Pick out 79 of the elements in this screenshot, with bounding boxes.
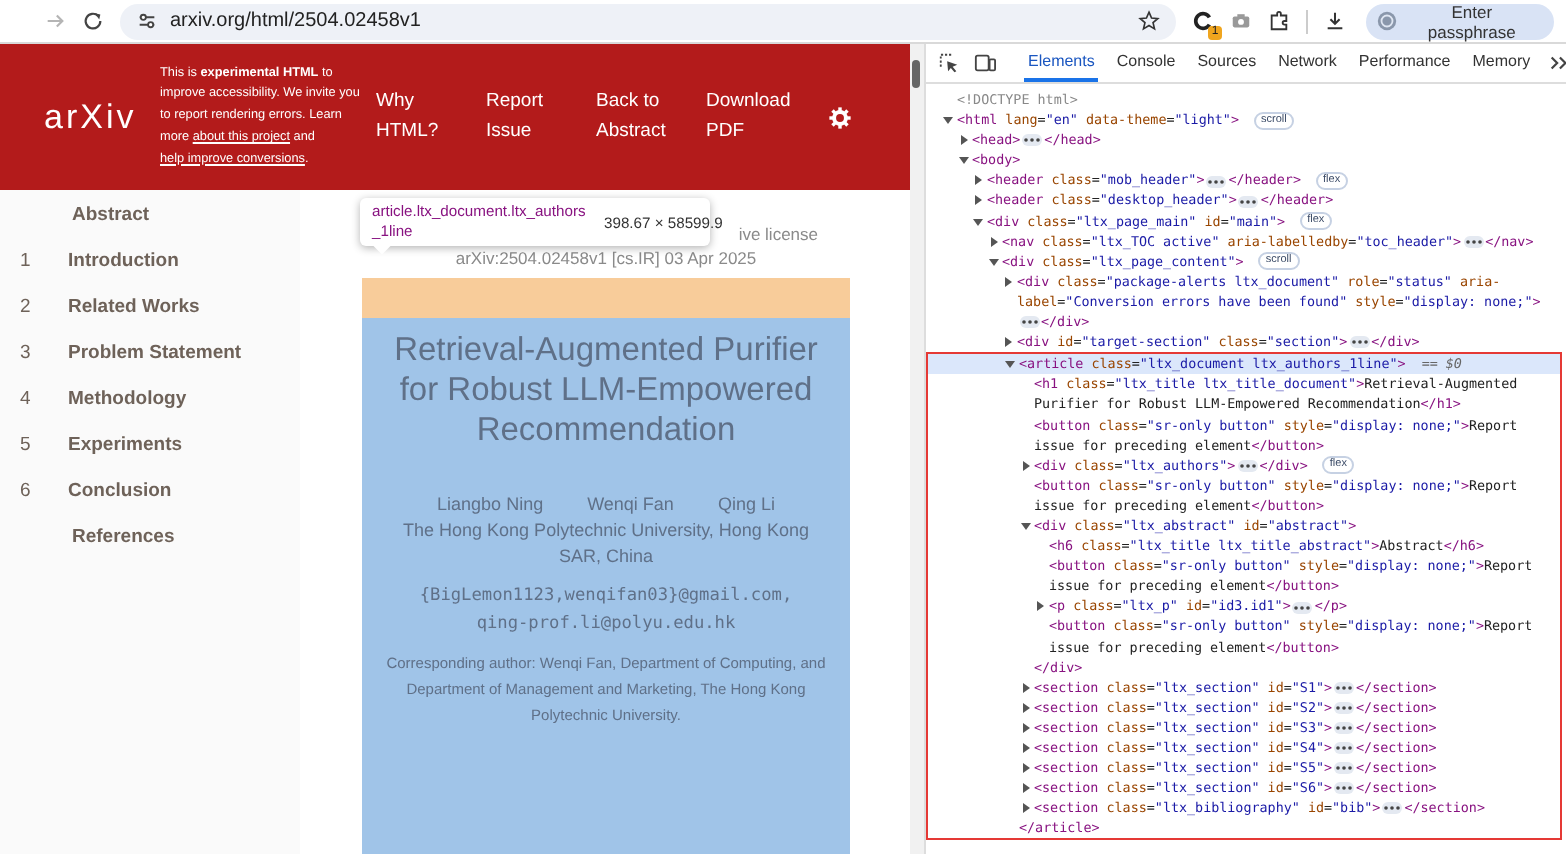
passphrase-button[interactable]: Enter passphrase — [1365, 3, 1554, 39]
ellipsis-button[interactable] — [1292, 601, 1313, 614]
theme-settings-icon[interactable] — [828, 105, 852, 129]
collapsed-arrow-icon[interactable] — [1019, 701, 1031, 714]
ellipsis-button[interactable] — [1238, 195, 1259, 208]
email-text: qing-prof.li@polyu.edu.hk — [474, 612, 738, 638]
collapsed-arrow-icon[interactable] — [987, 235, 999, 248]
ellipsis-button[interactable] — [1334, 742, 1355, 755]
inspect-icon[interactable] — [938, 52, 960, 74]
ellipsis-button[interactable] — [1334, 782, 1355, 795]
ellipsis-button[interactable] — [1019, 316, 1039, 329]
devtools-tab[interactable]: Network — [1274, 44, 1341, 82]
ellipsis-button[interactable] — [1237, 459, 1258, 472]
extension-icon — [1191, 10, 1214, 32]
collapsed-arrow-icon[interactable] — [1019, 459, 1031, 472]
license-text: ive license — [738, 222, 818, 246]
camera-icon[interactable] — [1229, 10, 1252, 32]
ellipsis-button[interactable] — [1349, 336, 1370, 349]
arxiv-id-text: arXiv:2504.02458v1 [cs.IR] 03 Apr 2025 — [453, 246, 759, 270]
affiliation-text: The Hong Kong Polytechnic University, Hong Kong SAR, China — [401, 518, 811, 570]
toc-item[interactable]: Abstract — [0, 192, 300, 238]
collapsed-arrow-icon[interactable] — [1002, 275, 1014, 288]
ellipsis-button[interactable] — [1334, 681, 1355, 694]
more-tabs-icon[interactable] — [1548, 52, 1566, 74]
devtools-tab[interactable]: Elements — [1024, 44, 1099, 82]
collapsed-arrow-icon[interactable] — [1019, 721, 1031, 734]
collapsed-arrow-icon[interactable] — [1019, 742, 1031, 754]
expanded-arrow-icon[interactable] — [972, 215, 984, 228]
nav-link[interactable]: Why HTML? — [376, 88, 470, 146]
collapsed-arrow-icon[interactable] — [1034, 600, 1046, 613]
email-text: {BigLemon1123,wenqifan03}@gmail.com, — [417, 584, 795, 610]
expanded-arrow-icon[interactable] — [1004, 358, 1016, 371]
collapsed-arrow-icon[interactable] — [1002, 336, 1014, 349]
ellipsis-button[interactable] — [1382, 802, 1403, 815]
puzzle-icon[interactable] — [1267, 10, 1290, 32]
toc-item[interactable]: 1 Introduction — [0, 238, 300, 284]
toc-item[interactable]: 2 Related Works — [0, 284, 300, 330]
arxiv-logo[interactable]: arXiv — [44, 97, 144, 137]
toc-item[interactable]: 5 Experiments — [0, 422, 300, 468]
expanded-arrow-icon[interactable] — [987, 255, 999, 268]
nav-link[interactable]: Report Issue — [486, 88, 580, 146]
toc-item[interactable]: 3 Problem Statement — [0, 330, 300, 376]
collapsed-arrow-icon[interactable] — [957, 134, 969, 147]
author-name: Wenqi Fan — [587, 494, 674, 514]
ellipsis-button[interactable] — [1334, 722, 1355, 735]
author-name: Liangbo Ning — [437, 494, 544, 514]
reload-icon[interactable] — [82, 10, 104, 32]
expanded-arrow-icon[interactable] — [957, 154, 969, 167]
ellipsis-button[interactable] — [1334, 762, 1355, 775]
paper-title: Retrieval-Augmented Purifier for Robust LLM-Empowered Recommendation — [392, 330, 820, 450]
collapsed-arrow-icon[interactable] — [1019, 681, 1031, 694]
author-name: Qing Li — [717, 494, 775, 514]
nav-link[interactable]: Download PDF — [706, 88, 800, 146]
collapsed-arrow-icon[interactable] — [972, 194, 984, 207]
devtools-tab[interactable]: Console — [1112, 44, 1180, 82]
ellipsis-button[interactable] — [1022, 134, 1043, 147]
devtools-tab[interactable]: Sources — [1193, 44, 1261, 82]
sync-icon — [1375, 10, 1398, 32]
expanded-arrow-icon[interactable] — [942, 114, 954, 127]
site-settings-icon[interactable] — [136, 10, 158, 32]
devtools-tab[interactable]: Memory — [1468, 44, 1535, 82]
scrollbar-thumb[interactable] — [912, 60, 920, 88]
toc-item[interactable]: 6 Conclusion — [0, 468, 300, 514]
download-icon[interactable] — [1323, 10, 1346, 32]
ellipsis-button[interactable] — [1206, 175, 1227, 188]
ellipsis-button[interactable] — [1334, 701, 1355, 714]
devtools-tab[interactable]: Performance — [1354, 44, 1455, 82]
ellipsis-button[interactable] — [1463, 235, 1484, 248]
nav-link[interactable]: Back to Abstract — [596, 88, 690, 146]
collapsed-arrow-icon[interactable] — [1019, 762, 1031, 775]
toc-item[interactable]: References — [0, 514, 300, 560]
collapsed-arrow-icon[interactable] — [1019, 782, 1031, 795]
star-icon[interactable] — [1137, 10, 1160, 32]
collapsed-arrow-icon[interactable] — [972, 174, 984, 187]
device-toolbar-icon[interactable] — [974, 52, 996, 74]
collapsed-arrow-icon[interactable] — [1019, 802, 1031, 815]
address-bar[interactable]: arxiv.org/html/2504.02458v1 — [120, 3, 1176, 39]
toc-item[interactable]: 4 Methodology — [0, 376, 300, 422]
expanded-arrow-icon[interactable] — [1019, 519, 1031, 532]
